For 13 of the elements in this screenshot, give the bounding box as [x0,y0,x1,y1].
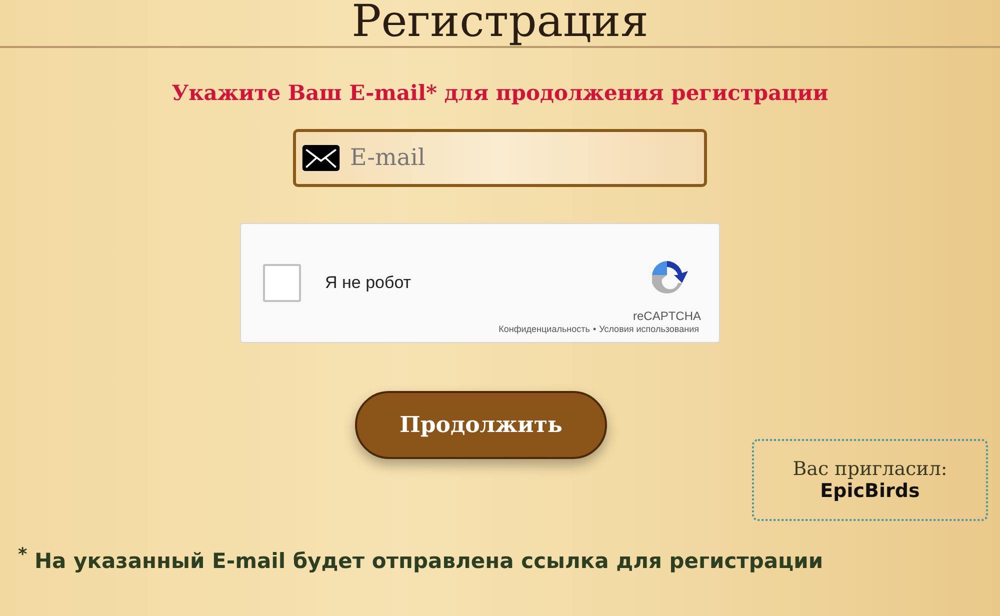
captcha-checkbox[interactable] [263,264,301,302]
link-separator: • [592,324,596,334]
inviter-name: EpicBirds [820,480,920,502]
privacy-link[interactable]: Конфиденциальность [498,324,590,334]
terms-link[interactable]: Условия использования [599,324,699,334]
recaptcha-brand: reCAPTCHA [632,309,701,323]
captcha-label: Я не робот [325,273,412,293]
inviter-label: Вас пригласил: [792,458,948,480]
continue-button[interactable]: Продолжить [355,391,607,459]
email-field[interactable]: E-mail [293,129,707,187]
page-title: Регистрация [352,0,648,49]
instruction-text: Укажите Ваш E-mail* для продолжения регистрации [172,80,828,105]
footnote-text: $^{*}$ На указанный E-mail будет отправлена ссылка для регистрации [18,545,824,573]
